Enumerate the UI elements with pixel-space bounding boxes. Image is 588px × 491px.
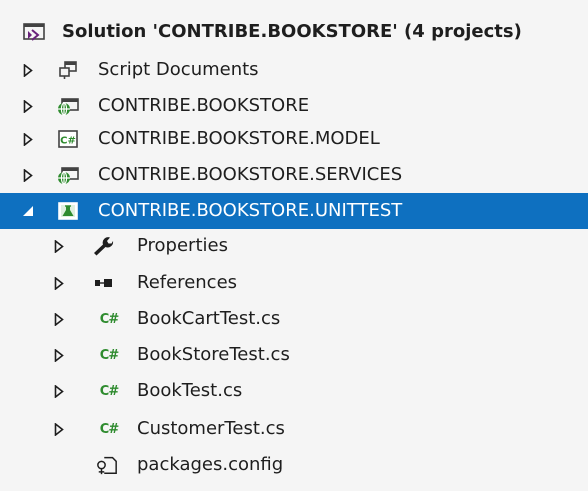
expand-arrow-icon[interactable]: [21, 132, 35, 146]
csharp-file-icon: C#: [99, 383, 119, 399]
script-documents-icon: [57, 59, 79, 81]
tree-item-label: BookStoreTest.cs: [137, 344, 290, 365]
tree-item-label: BookTest.cs: [137, 380, 243, 401]
tree-item-label: References: [137, 272, 238, 293]
config-file-icon: [96, 454, 118, 476]
csharp-project-icon: C#: [57, 128, 79, 150]
test-project-icon: [57, 200, 79, 222]
web-project-icon: [57, 95, 79, 117]
expand-arrow-icon[interactable]: [21, 63, 35, 77]
csharp-file-icon: C#: [99, 311, 119, 327]
tree-row-packages-config[interactable]: packages.config: [0, 447, 588, 483]
tree-row-customertest[interactable]: C# CustomerTest.cs: [0, 411, 588, 447]
tree-row-bookstoretest[interactable]: C# BookStoreTest.cs: [0, 337, 588, 373]
references-icon: [92, 272, 114, 294]
tree-item-label: CONTRIBE.BOOKSTORE.SERVICES: [98, 164, 403, 185]
tree-row-bookcarttest[interactable]: C# BookCartTest.cs: [0, 301, 588, 337]
tree-row-script-documents[interactable]: Script Documents: [0, 52, 588, 88]
tree-item-label: CONTRIBE.BOOKSTORE: [98, 95, 310, 116]
expand-arrow-icon[interactable]: [52, 239, 66, 253]
expand-arrow-icon[interactable]: [21, 168, 35, 182]
solution-explorer-tree: Solution 'CONTRIBE.BOOKSTORE' (4 project…: [0, 0, 588, 491]
expand-arrow-icon[interactable]: [52, 422, 66, 436]
collapse-arrow-icon[interactable]: [21, 204, 35, 218]
tree-item-label: CONTRIBE.BOOKSTORE.MODEL: [98, 128, 380, 149]
tree-item-label: Script Documents: [98, 59, 259, 80]
tree-row-solution[interactable]: Solution 'CONTRIBE.BOOKSTORE' (4 project…: [0, 14, 588, 50]
expand-arrow-icon[interactable]: [52, 312, 66, 326]
csharp-file-icon: C#: [99, 347, 119, 363]
tree-row-properties[interactable]: Properties: [0, 228, 588, 264]
expand-arrow-icon[interactable]: [52, 276, 66, 290]
tree-row-contribe-bookstore-unittest[interactable]: CONTRIBE.BOOKSTORE.UNITTEST: [0, 193, 588, 229]
svg-text:C#: C#: [60, 136, 76, 147]
solution-icon: [23, 21, 45, 43]
tree-item-label: CONTRIBE.BOOKSTORE.UNITTEST: [98, 200, 403, 221]
expand-arrow-icon[interactable]: [52, 384, 66, 398]
tree-row-contribe-bookstore[interactable]: CONTRIBE.BOOKSTORE: [0, 88, 588, 124]
csharp-file-icon: C#: [99, 421, 119, 437]
expand-arrow-icon[interactable]: [52, 348, 66, 362]
tree-row-references[interactable]: References: [0, 265, 588, 301]
tree-item-label: CustomerTest.cs: [137, 418, 285, 439]
tree-item-label: packages.config: [137, 454, 284, 475]
expand-arrow-icon[interactable]: [21, 99, 35, 113]
solution-label: Solution 'CONTRIBE.BOOKSTORE' (4 project…: [62, 21, 522, 42]
web-project-icon: [57, 164, 79, 186]
tree-item-label: Properties: [137, 235, 228, 256]
wrench-icon: [92, 235, 114, 257]
tree-item-label: BookCartTest.cs: [137, 308, 281, 329]
tree-row-contribe-bookstore-services[interactable]: CONTRIBE.BOOKSTORE.SERVICES: [0, 157, 588, 193]
tree-row-contribe-bookstore-model[interactable]: C# CONTRIBE.BOOKSTORE.MODEL: [0, 121, 588, 157]
tree-row-booktest[interactable]: C# BookTest.cs: [0, 373, 588, 409]
